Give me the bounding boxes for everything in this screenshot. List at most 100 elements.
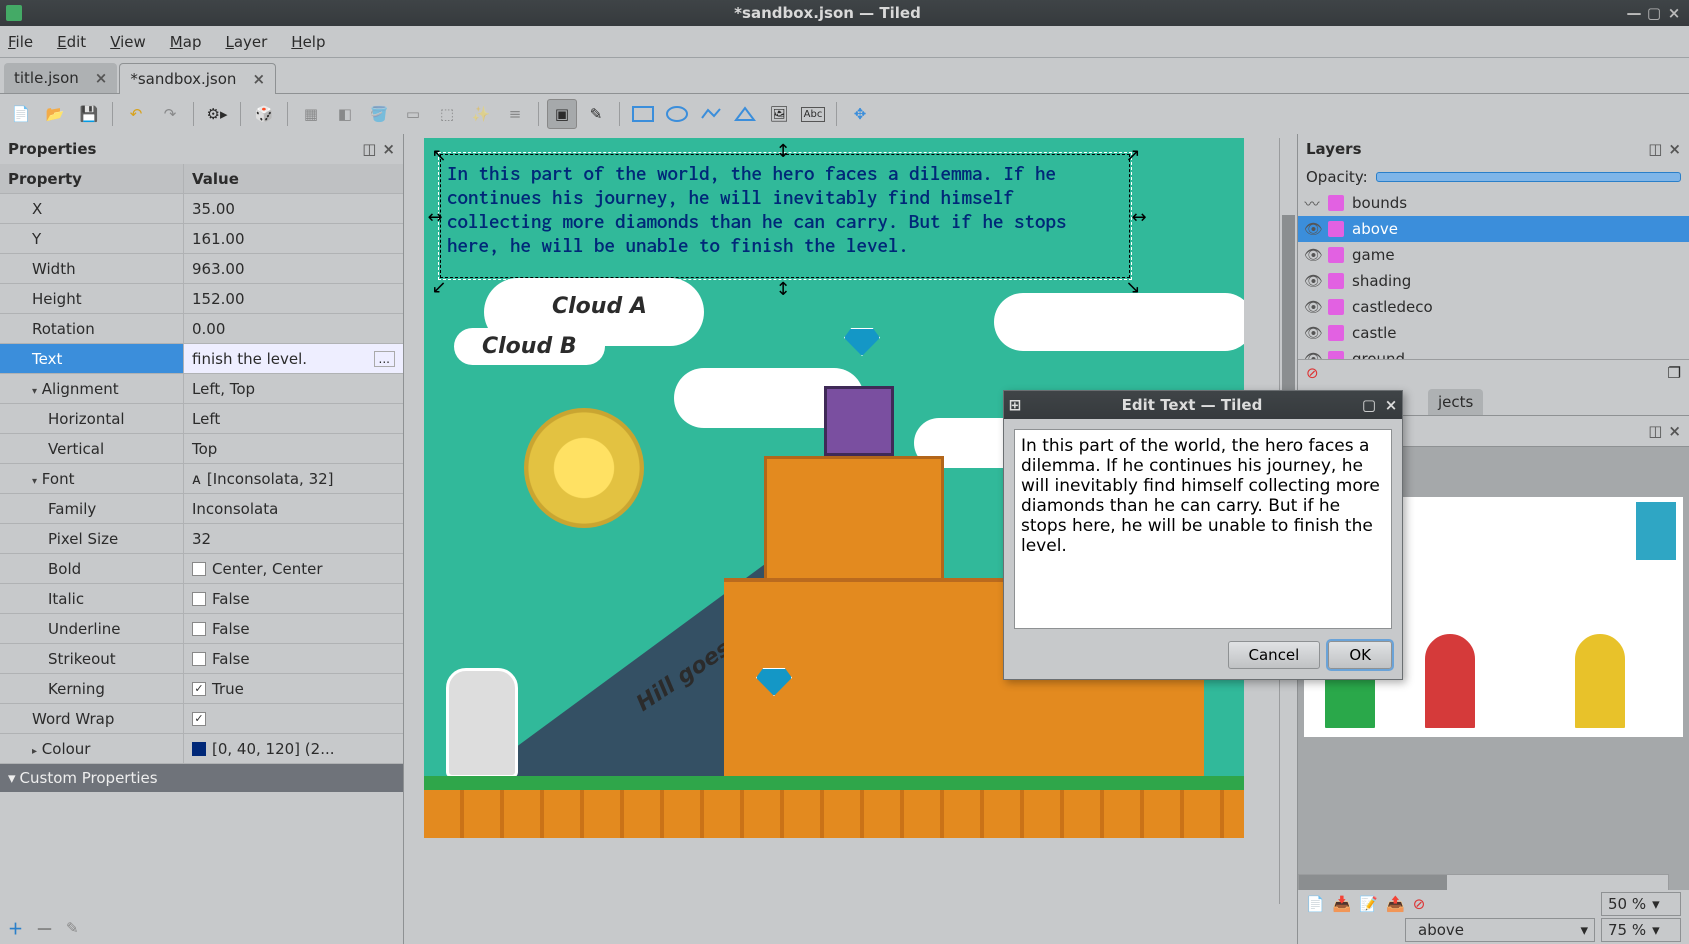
- property-row[interactable]: Height 152.00: [0, 284, 403, 314]
- eraser-tool[interactable]: ▭: [398, 99, 428, 129]
- resize-handle-e[interactable]: ↔: [1130, 208, 1148, 226]
- property-value[interactable]: Inconsolata: [184, 494, 403, 523]
- stamp-tool[interactable]: ▦: [296, 99, 326, 129]
- property-row[interactable]: Underline False: [0, 614, 403, 644]
- visible-icon[interactable]: 👁: [1304, 298, 1320, 316]
- layer-row[interactable]: 👁above: [1298, 216, 1689, 242]
- close-panel-icon[interactable]: ×: [1668, 140, 1681, 158]
- ok-button[interactable]: OK: [1328, 641, 1392, 669]
- property-value[interactable]: Center, Center: [184, 554, 403, 583]
- dialog-titlebar[interactable]: ⊞ Edit Text — Tiled ▢ ×: [1004, 391, 1402, 419]
- property-value[interactable]: 32: [184, 524, 403, 553]
- layer-row[interactable]: 〰bounds: [1298, 190, 1689, 216]
- property-value[interactable]: ᴀ [Inconsolata, 32]: [184, 464, 403, 493]
- redo-button[interactable]: ↷: [155, 99, 185, 129]
- select-wand-tool[interactable]: ✨: [466, 99, 496, 129]
- opacity-slider[interactable]: [1376, 172, 1681, 182]
- open-file-button[interactable]: 📂: [40, 99, 70, 129]
- close-icon[interactable]: ×: [252, 70, 265, 88]
- property-row[interactable]: Family Inconsolata: [0, 494, 403, 524]
- property-value[interactable]: finish the level....: [184, 344, 403, 373]
- tab-title-json[interactable]: title.json ×: [4, 63, 117, 93]
- close-panel-icon[interactable]: ×: [382, 140, 395, 158]
- resize-handle-w[interactable]: ↔: [426, 208, 444, 226]
- property-value[interactable]: Left, Top: [184, 374, 403, 403]
- property-row[interactable]: Text finish the level....: [0, 344, 403, 374]
- property-value[interactable]: ✓ True: [184, 674, 403, 703]
- insert-ellipse-tool[interactable]: [662, 99, 692, 129]
- property-row[interactable]: ▾ Alignment Left, Top: [0, 374, 403, 404]
- property-value[interactable]: Left: [184, 404, 403, 433]
- property-value[interactable]: 161.00: [184, 224, 403, 253]
- property-value[interactable]: False: [184, 644, 403, 673]
- terrain-tool[interactable]: ◧: [330, 99, 360, 129]
- resize-handle-s[interactable]: ↕: [774, 280, 792, 298]
- insert-rectangle-tool[interactable]: [628, 99, 658, 129]
- edit-tileset-icon[interactable]: 📝: [1359, 895, 1378, 913]
- select-same-tool[interactable]: ≡: [500, 99, 530, 129]
- property-value[interactable]: 963.00: [184, 254, 403, 283]
- duplicate-layer-icon[interactable]: ❐: [1668, 364, 1681, 382]
- undock-icon[interactable]: ◫: [362, 140, 376, 158]
- tab-sandbox-json[interactable]: *sandbox.json ×: [119, 63, 276, 94]
- undo-button[interactable]: ↶: [121, 99, 151, 129]
- resize-handle-ne[interactable]: ↗: [1124, 146, 1142, 164]
- visible-icon[interactable]: 👁: [1304, 272, 1320, 290]
- select-rect-tool[interactable]: ⬚: [432, 99, 462, 129]
- property-row[interactable]: Pixel Size 32: [0, 524, 403, 554]
- property-row[interactable]: Horizontal Left: [0, 404, 403, 434]
- property-row[interactable]: Italic False: [0, 584, 403, 614]
- cancel-button[interactable]: Cancel: [1228, 641, 1321, 669]
- dialog-restore[interactable]: ▢: [1358, 396, 1380, 414]
- tileset-zoom-combo[interactable]: 50 %▾: [1601, 892, 1681, 916]
- command-button[interactable]: ⚙▸: [202, 99, 232, 129]
- property-row[interactable]: ▾ Fontᴀ [Inconsolata, 32]: [0, 464, 403, 494]
- menu-layer[interactable]: Layer: [225, 33, 267, 51]
- property-value[interactable]: False: [184, 614, 403, 643]
- undock-icon[interactable]: ◫: [1648, 140, 1662, 158]
- remove-property-button[interactable]: —: [37, 919, 52, 937]
- menu-file[interactable]: File: [8, 33, 33, 51]
- insert-tile-tool[interactable]: 🖼: [764, 99, 794, 129]
- window-maximize[interactable]: ▢: [1647, 6, 1661, 20]
- property-value[interactable]: False: [184, 584, 403, 613]
- edit-property-button[interactable]: ✎: [66, 919, 79, 937]
- visible-icon[interactable]: 👁: [1304, 220, 1320, 238]
- move-tool[interactable]: ✥: [845, 99, 875, 129]
- resize-handle-n[interactable]: ↕: [774, 142, 792, 160]
- insert-polyline-tool[interactable]: [696, 99, 726, 129]
- new-file-button[interactable]: 📄: [6, 99, 36, 129]
- close-panel-icon[interactable]: ×: [1668, 422, 1681, 440]
- resize-handle-se[interactable]: ↘: [1124, 278, 1142, 296]
- property-row[interactable]: ▸ Colour [0, 40, 120] (2...: [0, 734, 403, 764]
- checkbox[interactable]: ✓: [192, 712, 206, 726]
- custom-properties-header[interactable]: ▾ Custom Properties: [0, 764, 403, 792]
- menu-view[interactable]: View: [110, 33, 146, 51]
- property-row[interactable]: Rotation 0.00: [0, 314, 403, 344]
- layer-row[interactable]: 👁game: [1298, 242, 1689, 268]
- current-layer-combo[interactable]: above ▾: [1405, 918, 1595, 942]
- menu-help[interactable]: Help: [291, 33, 325, 51]
- export-tileset-icon[interactable]: 📤: [1386, 895, 1405, 913]
- random-button[interactable]: 🎲: [249, 99, 279, 129]
- add-property-button[interactable]: ＋: [8, 918, 23, 939]
- resize-handle-nw[interactable]: ↖: [430, 146, 448, 164]
- delete-layer-icon[interactable]: ⊘: [1306, 364, 1319, 382]
- checkbox[interactable]: [192, 652, 206, 666]
- property-row[interactable]: Bold Center, Center: [0, 554, 403, 584]
- property-value[interactable]: ✓: [184, 704, 403, 733]
- insert-text-tool[interactable]: Abc: [798, 99, 828, 129]
- map-zoom-combo[interactable]: 75 %▾: [1601, 918, 1681, 942]
- new-tileset-icon[interactable]: 📄: [1306, 895, 1325, 913]
- ellipsis-button[interactable]: ...: [374, 351, 395, 367]
- property-value[interactable]: [0, 40, 120] (2...: [184, 734, 403, 763]
- property-row[interactable]: X 35.00: [0, 194, 403, 224]
- delete-tileset-icon[interactable]: ⊘: [1413, 895, 1426, 913]
- checkbox[interactable]: [192, 622, 206, 636]
- property-row[interactable]: Y 161.00: [0, 224, 403, 254]
- select-objects-tool[interactable]: ▣: [547, 99, 577, 129]
- checkbox[interactable]: ✓: [192, 682, 206, 696]
- insert-polygon-tool[interactable]: [730, 99, 760, 129]
- layer-row[interactable]: 👁castledeco: [1298, 294, 1689, 320]
- visible-icon[interactable]: 👁: [1304, 324, 1320, 342]
